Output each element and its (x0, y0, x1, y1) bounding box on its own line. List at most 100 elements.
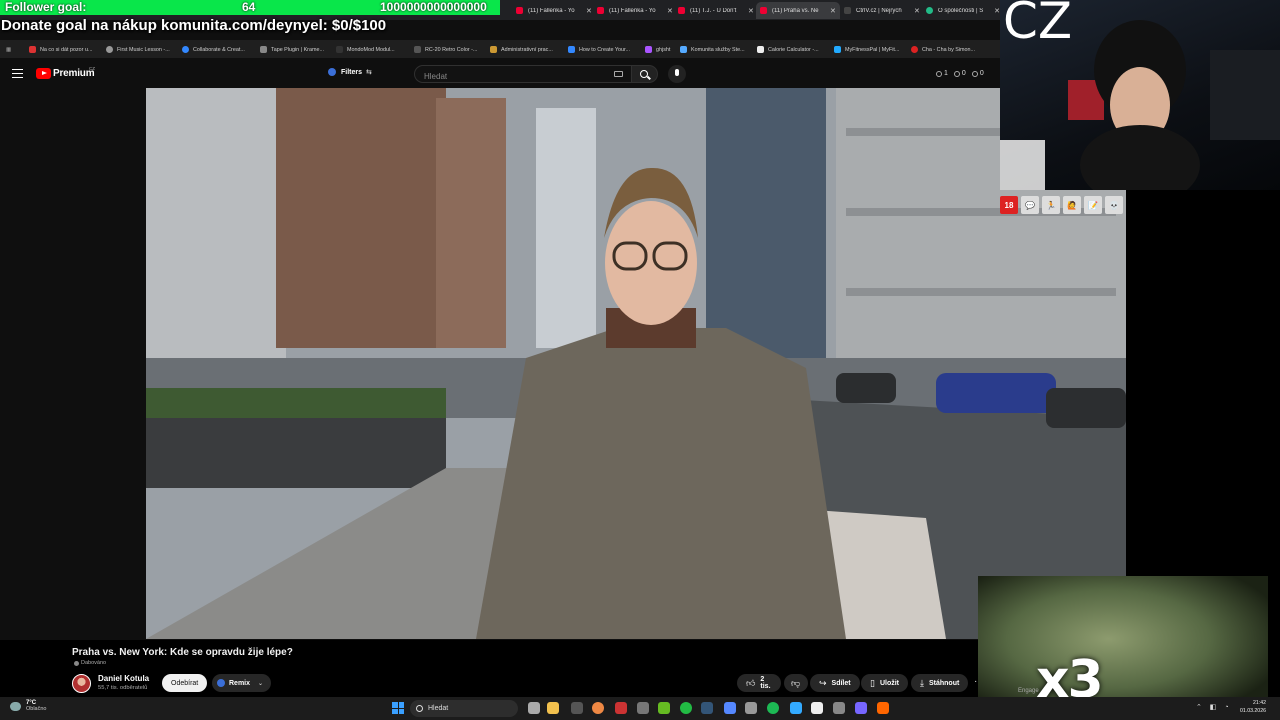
browser-tab[interactable]: (11) Fallenka - Yo ✕ (593, 2, 673, 19)
search-box (414, 65, 632, 85)
search-input[interactable] (415, 68, 595, 85)
windows-start-icon[interactable] (392, 702, 404, 714)
bookmark-item[interactable]: Administrativní prac... (490, 44, 553, 55)
cat-meme-overlay (978, 576, 1268, 716)
discord-icon[interactable] (724, 702, 736, 714)
youtube-logo-icon[interactable] (36, 68, 51, 79)
youtube-favicon-icon (597, 7, 604, 14)
file-explorer-icon[interactable] (547, 702, 559, 714)
apps-grid-icon[interactable]: ▦ (6, 44, 11, 55)
bookmark-favicon-icon (834, 46, 841, 53)
app-icon[interactable] (811, 702, 823, 714)
app-icon[interactable] (637, 702, 649, 714)
chrome-icon[interactable] (592, 702, 604, 714)
bookmark-item[interactable]: Calorie Calculator -... (757, 44, 819, 55)
bookmark-favicon-icon (757, 46, 764, 53)
channel-avatar[interactable] (72, 674, 91, 693)
counter-value: 1 (944, 70, 948, 77)
youtube-favicon-icon (678, 7, 685, 14)
bookmark-favicon-icon (680, 46, 687, 53)
browser-tab[interactable]: (11) Fallenka - Yo ✕ (512, 2, 592, 19)
brave-icon[interactable] (877, 702, 889, 714)
close-tab-icon[interactable]: ✕ (586, 7, 592, 15)
share-button[interactable]: ↪ Sdílet (810, 674, 860, 692)
dislike-button[interactable]: 👎︎ (784, 674, 808, 692)
video-player[interactable] (146, 88, 1126, 639)
close-tab-icon[interactable]: ✕ (748, 7, 754, 15)
bookmark-item[interactable]: Cha - Cha by Simon... (911, 44, 975, 55)
save-button[interactable]: ▯ Uložit (861, 674, 909, 692)
bookmark-item[interactable]: First Music Lesson -... (106, 44, 170, 55)
age-18-icon: 18 (1000, 196, 1018, 214)
app-icon[interactable] (571, 702, 583, 714)
nvidia-icon[interactable] (658, 702, 670, 714)
steam-icon[interactable] (701, 702, 713, 714)
bookmark-item[interactable]: MondoMod Modul... (336, 44, 395, 55)
weather-widget[interactable]: 7°C Oblačno (10, 700, 47, 712)
download-button[interactable]: ⤓ Stáhnout (911, 674, 969, 692)
chat-icon: 💬 (1021, 196, 1039, 214)
app-icon[interactable] (790, 702, 802, 714)
counter-item[interactable]: 0 (953, 70, 966, 77)
xbox-icon[interactable] (680, 702, 692, 714)
skull-icon: 💀 (1105, 196, 1123, 214)
bookmark-label: RC-20 Retro Color -... (425, 46, 478, 53)
bookmark-label: First Music Lesson -... (117, 46, 170, 53)
close-tab-icon[interactable]: ✕ (914, 7, 920, 15)
app-icon[interactable] (615, 702, 627, 714)
bookmark-item[interactable]: Na co si dát pozor u... (29, 44, 92, 55)
bookmark-item[interactable]: RC-20 Retro Color -... (414, 44, 477, 55)
task-view-icon[interactable] (528, 702, 540, 714)
bookmark-item[interactable]: Tape Plugin | Krame... (260, 44, 324, 55)
youtube-country-code: CZ (89, 66, 95, 71)
menu-icon[interactable] (12, 69, 23, 78)
dubbed-badge: Dabováno (74, 660, 106, 666)
bookmark-item[interactable]: Collaborate & Creat... (182, 44, 245, 55)
channel-name[interactable]: Daniel Kotula (98, 674, 149, 683)
filters-button[interactable]: Filters ⇆ (328, 68, 372, 76)
counter-item[interactable]: 1 (936, 70, 948, 77)
spotify-icon[interactable] (767, 702, 779, 714)
subscribe-button[interactable]: Odebírat (162, 674, 208, 692)
bookmark-item[interactable]: ghjsht (645, 44, 670, 55)
badge-icons-row: 18 💬 🏃 🙋 📝 💀 (1000, 196, 1123, 216)
voice-search-icon[interactable] (668, 65, 686, 83)
bookmark-favicon-icon (29, 46, 36, 53)
keyboard-icon[interactable] (614, 71, 623, 77)
person-icon: 🙋 (1063, 196, 1081, 214)
taskbar-search[interactable]: Hledat (410, 700, 518, 717)
app-icon[interactable] (745, 702, 757, 714)
app-icon[interactable] (833, 702, 845, 714)
tab-label: (11) Praha vs. Ne (772, 7, 819, 14)
app-icon[interactable] (855, 702, 867, 714)
counter-value: 0 (979, 70, 984, 77)
bookmark-item[interactable]: Komunita služby Ste... (680, 44, 745, 55)
tab-label: (11) Fallenka - Yo (609, 7, 656, 14)
bookmark-item[interactable]: How to Create Your... (568, 44, 630, 55)
bookmark-favicon-icon (490, 46, 497, 53)
browser-tab[interactable]: O společnosti | S ✕ (922, 2, 1000, 19)
bookmark-label: MyFitnessPal | MyFit... (845, 46, 900, 53)
youtube-favicon-icon (760, 7, 767, 14)
bookmark-label: How to Create Your... (579, 46, 630, 53)
remix-label: Remix (229, 679, 251, 687)
counter-item[interactable]: 0 (971, 70, 984, 77)
system-tray-icons[interactable]: ⌃ ◧ ◔ (1196, 703, 1232, 711)
download-icon: ⤓ (920, 677, 924, 688)
bookmark-favicon-icon (336, 46, 343, 53)
clock[interactable]: 21:42 01.03.2026 (1240, 699, 1266, 715)
like-count: 2 tis. (760, 676, 771, 690)
dubbed-label: Dabováno (81, 660, 107, 666)
weather-condition: Oblačno (26, 706, 47, 712)
browser-tab-active[interactable]: (11) Praha vs. Ne ✕ (756, 2, 840, 19)
close-tab-icon[interactable]: ✕ (667, 7, 673, 15)
browser-tab[interactable]: (11) T.J. - U Don't ✕ (674, 2, 754, 19)
counter-icon (971, 70, 978, 77)
remix-button[interactable]: Remix ⌄ (212, 674, 272, 692)
bookmark-item[interactable]: MyFitnessPal | MyFit... (834, 44, 899, 55)
close-tab-icon[interactable]: ✕ (830, 7, 836, 15)
counter-icon (953, 70, 960, 77)
like-button[interactable]: 👍︎ 2 tis. (737, 674, 781, 692)
browser-tab[interactable]: CtrlV.cz | Nejrych ✕ (840, 2, 920, 19)
search-button[interactable] (632, 65, 658, 83)
